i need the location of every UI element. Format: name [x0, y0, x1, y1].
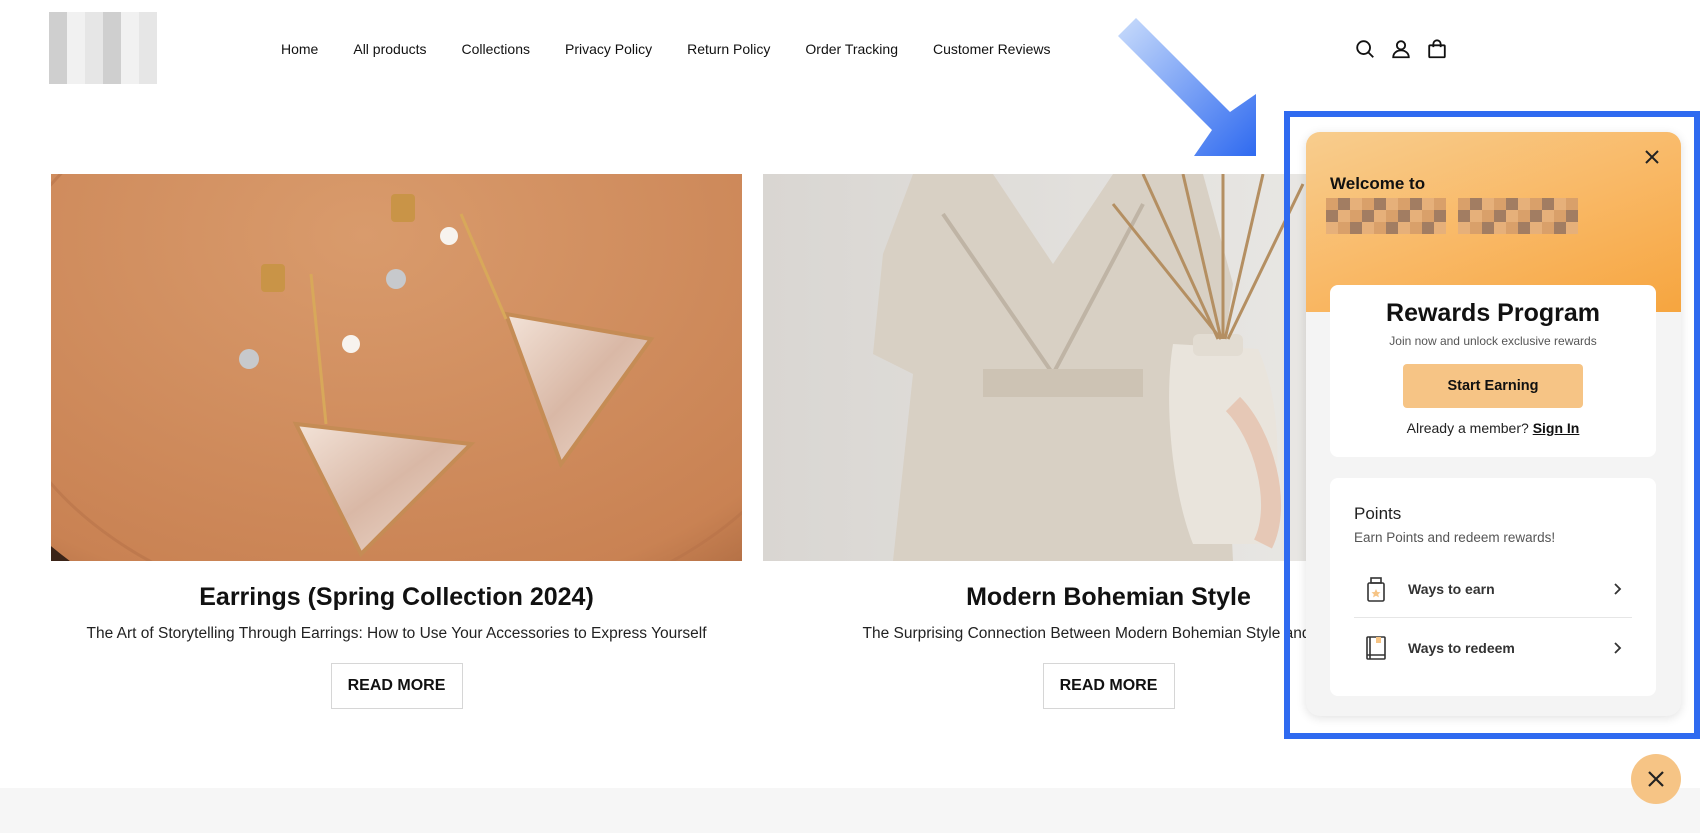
rewards-widget: Welcome to Rewards Program Join now and … [1306, 132, 1681, 716]
points-card: Points Earn Points and redeem rewards! W… [1330, 478, 1656, 696]
rewards-title: Rewards Program [1386, 299, 1600, 327]
points-subtitle: Earn Points and redeem rewards! [1354, 530, 1556, 545]
close-icon [1648, 771, 1664, 787]
pointer-arrow-icon [1118, 18, 1256, 156]
jar-icon [1367, 576, 1385, 602]
card-description: The Art of Storytelling Through Earrings… [86, 625, 707, 642]
store-name-pixelated [1326, 198, 1578, 234]
nav-return-policy[interactable]: Return Policy [687, 41, 770, 57]
member-line: Already a member? Sign In [1330, 420, 1656, 436]
cart-icon[interactable] [1426, 38, 1448, 60]
nav-home[interactable]: Home [281, 41, 318, 57]
ways-to-earn-row[interactable]: Ways to earn [1354, 560, 1632, 618]
main-nav: Home All products Collections Privacy Po… [281, 41, 1085, 57]
ways-to-redeem-label: Ways to redeem [1408, 640, 1515, 656]
start-earning-button[interactable]: Start Earning [1403, 364, 1583, 408]
account-icon[interactable] [1390, 38, 1412, 60]
close-icon[interactable] [1641, 146, 1663, 168]
chevron-right-icon [1614, 582, 1622, 595]
ways-to-earn-label: Ways to earn [1408, 580, 1495, 597]
rewards-subtitle: Join now and unlock exclusive rewards [1389, 334, 1597, 348]
footer-strip [0, 788, 1700, 833]
store-logo[interactable] [49, 12, 157, 84]
blog-card-earrings: Earrings (Spring Collection 2024) The Ar… [51, 174, 742, 709]
book-icon [1366, 636, 1386, 660]
header-icons [1354, 38, 1448, 60]
member-text: Already a member? [1406, 420, 1529, 436]
nav-order-tracking[interactable]: Order Tracking [805, 41, 898, 57]
nav-all-products[interactable]: All products [353, 41, 426, 57]
earrings-image[interactable] [51, 174, 742, 561]
nav-customer-reviews[interactable]: Customer Reviews [933, 41, 1050, 57]
nav-privacy-policy[interactable]: Privacy Policy [565, 41, 652, 57]
welcome-text: Welcome to [1330, 174, 1426, 193]
widget-launcher-button[interactable] [1631, 754, 1681, 804]
rewards-program-card: Rewards Program Join now and unlock excl… [1330, 285, 1656, 457]
nav-collections[interactable]: Collections [462, 41, 530, 57]
read-more-button[interactable]: READ MORE [330, 663, 463, 709]
card-title: Earrings (Spring Collection 2024) [199, 583, 594, 611]
search-icon[interactable] [1354, 38, 1376, 60]
ways-to-redeem-row[interactable]: Ways to redeem [1354, 619, 1632, 677]
chevron-right-icon [1614, 642, 1622, 654]
points-title: Points [1354, 504, 1402, 523]
read-more-button[interactable]: READ MORE [1042, 663, 1175, 709]
sign-in-link[interactable]: Sign In [1533, 420, 1580, 436]
